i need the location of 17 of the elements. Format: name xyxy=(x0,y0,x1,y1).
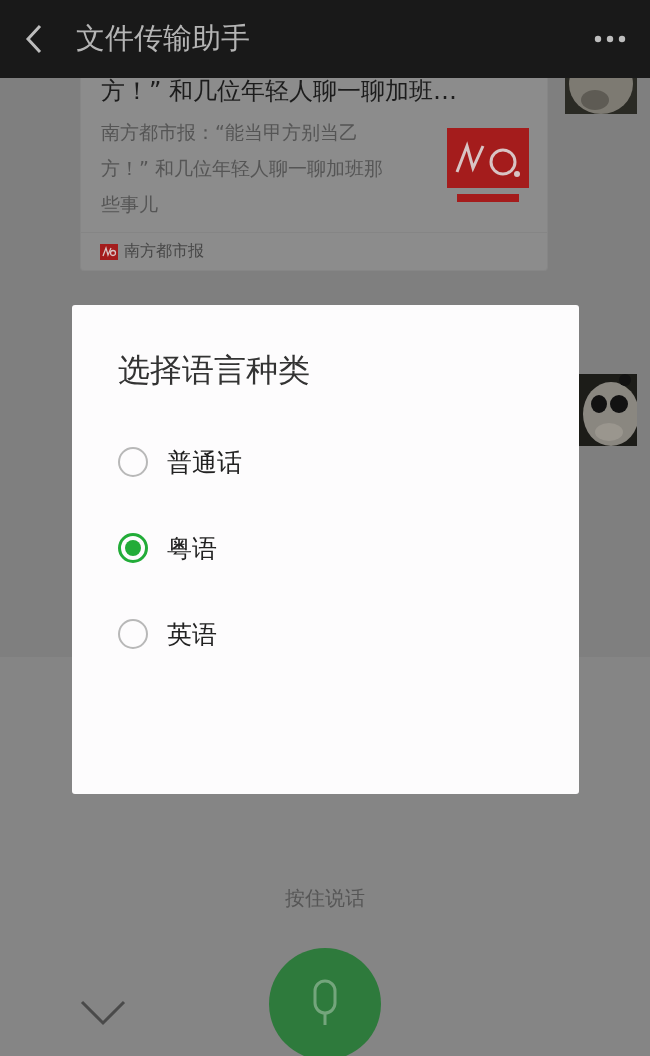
language-option[interactable]: 普通话 xyxy=(118,419,533,505)
language-option[interactable]: 粤语 xyxy=(118,505,533,591)
option-label: 普通话 xyxy=(167,446,242,479)
language-option[interactable]: 英语 xyxy=(118,591,533,677)
source-logo-icon xyxy=(100,243,118,260)
option-label: 粤语 xyxy=(167,532,217,565)
radio-button[interactable] xyxy=(118,533,148,563)
chevron-down-icon[interactable] xyxy=(80,1000,126,1026)
option-label: 英语 xyxy=(167,618,217,651)
chat-title: 文件传输助手 xyxy=(76,20,251,57)
dialog-title: 选择语言种类 xyxy=(118,350,311,391)
more-icon[interactable] xyxy=(594,35,626,43)
article-title: 方！” 和几位年轻人聊一聊加班… xyxy=(100,78,459,107)
article-source: 南方都市报 xyxy=(124,241,204,262)
radio-button[interactable] xyxy=(118,619,148,649)
radio-button[interactable] xyxy=(118,447,148,477)
back-icon[interactable] xyxy=(24,24,44,54)
